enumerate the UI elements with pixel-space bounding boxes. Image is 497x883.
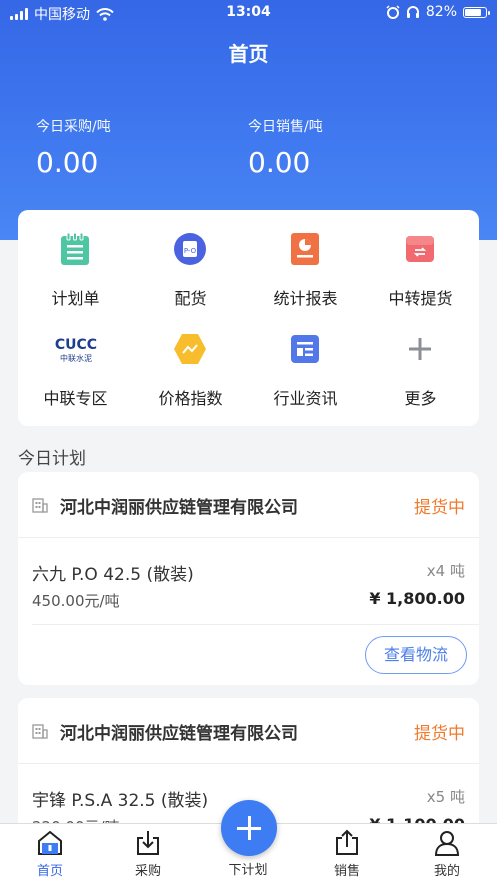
svg-text:P-O: P-O: [184, 247, 197, 255]
product-name: 宇锋 P.S.A 32.5 (散装): [32, 791, 209, 811]
grid-item-transfer[interactable]: 中转提货: [363, 210, 478, 310]
cucc-logo-subtext: 中联水泥: [60, 353, 92, 363]
status-bar: 中国移动 13:04 82%: [0, 0, 497, 26]
plus-icon: [403, 332, 437, 366]
report-icon: [288, 232, 322, 266]
product-qty: x5 吨: [426, 788, 465, 806]
divider: [32, 624, 479, 625]
stat-value: 0.00: [36, 146, 99, 179]
stat-label: 今日销售/吨: [248, 119, 323, 135]
product-name: 六九 P.O 42.5 (散装): [32, 565, 194, 585]
grid-item-label: 中转提货: [388, 289, 453, 308]
tab-label: 我的: [433, 864, 460, 879]
add-plan-button[interactable]: [221, 800, 277, 856]
grid-item-allocation[interactable]: P-O 配货: [133, 210, 248, 310]
tab-label: 采购: [134, 864, 161, 879]
company-name: 河北中润丽供应链管理有限公司: [60, 724, 298, 744]
plan-list-icon: [58, 232, 92, 266]
company-name: 河北中润丽供应链管理有限公司: [60, 498, 298, 518]
section-title: 今日计划: [18, 449, 86, 469]
stat-value: 0.00: [248, 146, 311, 179]
building-icon: [32, 724, 48, 739]
order-card[interactable]: 河北中润丽供应链管理有限公司 提货中 六九 P.O 42.5 (散装) x4 吨…: [18, 472, 479, 685]
news-icon: [288, 332, 322, 366]
cucc-logo-text: CUCC: [55, 337, 97, 353]
grid-item-label: 统计报表: [273, 289, 338, 308]
stat-purchase: 今日采购/吨 0.00: [36, 116, 111, 179]
grid-item-cucc[interactable]: CUCC 中联水泥 中联专区: [18, 310, 133, 410]
grid-item-plan[interactable]: 计划单: [18, 210, 133, 310]
grid-item-label: 计划单: [51, 289, 100, 308]
grid-item-label: 价格指数: [158, 389, 223, 408]
unit-price: 450.00元/吨: [32, 592, 120, 610]
alarm-icon: [386, 5, 400, 19]
order-header: 河北中润丽供应链管理有限公司 提货中: [18, 698, 479, 764]
transfer-pickup-icon: [403, 232, 437, 266]
tab-profile[interactable]: 我的: [407, 824, 487, 883]
grid-item-label: 配货: [174, 289, 207, 308]
cucc-logo-icon: CUCC 中联水泥: [48, 332, 104, 366]
headphones-icon: [406, 6, 419, 18]
stat-label: 今日采购/吨: [36, 119, 111, 135]
grid-item-report[interactable]: 统计报表: [248, 210, 363, 310]
grid-item-label: 行业资讯: [273, 389, 338, 408]
grid-item-news[interactable]: 行业资讯: [248, 310, 363, 410]
tab-home[interactable]: 首页: [10, 824, 90, 883]
stat-sales: 今日销售/吨 0.00: [248, 116, 323, 179]
battery-icon: [463, 6, 490, 18]
feature-grid: 计划单 P-O 配货 统计报表 中转提货 CUCC中联水泥 中联专区 价格指数: [18, 210, 479, 426]
profile-icon: [434, 831, 460, 856]
add-plan-label: 下计划: [228, 863, 268, 878]
grid-item-price-index[interactable]: 价格指数: [133, 310, 248, 410]
tab-sales[interactable]: 销售: [307, 824, 387, 883]
sales-icon: [336, 829, 358, 855]
home-icon: [38, 830, 62, 855]
tab-purchase[interactable]: 采购: [108, 824, 188, 883]
purchase-icon: [137, 831, 159, 855]
grid-item-label: 更多: [404, 389, 437, 408]
view-logistics-button[interactable]: 查看物流: [365, 636, 467, 674]
order-header: 河北中润丽供应链管理有限公司 提货中: [18, 472, 479, 538]
building-icon: [32, 498, 48, 513]
grid-item-more[interactable]: 更多: [363, 310, 478, 410]
tab-label: 首页: [36, 864, 63, 879]
tab-label: 销售: [333, 864, 360, 879]
allocation-icon: P-O: [173, 232, 207, 266]
order-status: 提货中: [414, 724, 465, 744]
grid-item-label: 中联专区: [43, 389, 108, 408]
order-status: 提货中: [414, 498, 465, 518]
product-qty: x4 吨: [426, 562, 465, 580]
page-title: 首页: [228, 42, 269, 66]
battery-percent: 82%: [425, 4, 457, 20]
price-index-icon: [173, 332, 207, 366]
order-total: ¥ 1,800.00: [369, 589, 465, 608]
